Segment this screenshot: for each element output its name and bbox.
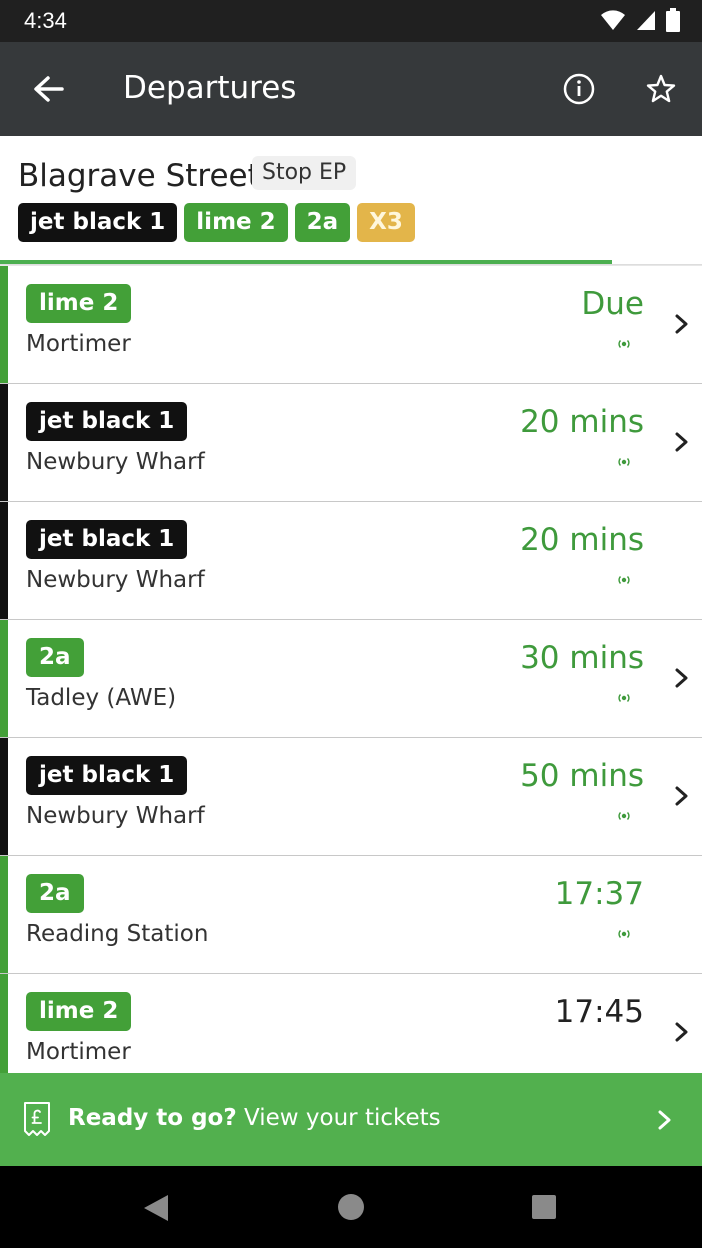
live-tracking-icon	[618, 812, 630, 820]
chevron-right-icon[interactable]	[672, 428, 692, 456]
departure-row[interactable]: 2a Reading Station 17:37	[0, 856, 702, 974]
chevron-right-icon[interactable]	[672, 1018, 692, 1046]
ticket-pound-icon	[24, 1102, 50, 1136]
star-outline-icon[interactable]	[638, 66, 684, 112]
departures-list[interactable]: lime 2 Mortimer Due jet black 1 Newbury …	[0, 266, 702, 1073]
route-color-accent	[0, 620, 8, 737]
destination-label: Newbury Wharf	[26, 449, 205, 475]
departure-time: 17:37	[554, 876, 644, 912]
departure-row[interactable]: lime 2 Mortimer Due	[0, 266, 702, 384]
route-badge: jet black 1	[26, 402, 188, 441]
live-tracking-icon	[618, 458, 630, 466]
chevron-right-icon[interactable]	[672, 782, 692, 810]
app-bar: Departures	[0, 42, 702, 136]
route-chip-2a[interactable]: 2a	[294, 203, 351, 242]
departure-row[interactable]: jet black 1 Newbury Wharf 50 mins	[0, 738, 702, 856]
departure-time: 50 mins	[520, 758, 644, 794]
tickets-banner-bold: Ready to go?	[68, 1105, 237, 1131]
live-tracking-icon	[618, 576, 630, 584]
stop-header: Blagrave Street Stop EP jet black 1 lime…	[0, 136, 702, 264]
back-arrow-icon[interactable]	[24, 66, 72, 114]
nav-recents-icon[interactable]	[532, 1195, 556, 1219]
departure-time: 20 mins	[520, 404, 644, 440]
route-chips: jet black 1 lime 2 2a X3	[18, 203, 415, 242]
destination-label: Mortimer	[26, 1039, 131, 1065]
route-chip-lime-2[interactable]: lime 2	[184, 203, 288, 242]
route-color-accent	[0, 266, 8, 383]
wifi-icon	[601, 10, 625, 30]
live-tracking-icon	[618, 930, 630, 938]
status-time: 4:34	[24, 8, 67, 33]
stop-name: Blagrave Street	[18, 158, 260, 194]
route-badge: jet black 1	[26, 756, 188, 795]
departure-row[interactable]: 2a Tadley (AWE) 30 mins	[0, 620, 702, 738]
departure-time: Due	[581, 286, 644, 322]
info-icon[interactable]	[556, 66, 602, 112]
route-badge: jet black 1	[26, 520, 188, 559]
route-badge: 2a	[26, 638, 84, 677]
tickets-banner-label: View your tickets	[244, 1105, 441, 1131]
status-bar: 4:34	[0, 0, 702, 42]
chevron-right-icon[interactable]	[656, 1107, 674, 1133]
destination-label: Mortimer	[26, 331, 131, 357]
route-color-accent	[0, 856, 8, 973]
route-badge: lime 2	[26, 992, 132, 1031]
route-badge: 2a	[26, 874, 84, 913]
departure-time: 20 mins	[520, 522, 644, 558]
departure-time: 30 mins	[520, 640, 644, 676]
battery-icon	[666, 8, 680, 32]
chevron-right-icon[interactable]	[672, 664, 692, 692]
route-chip-x3[interactable]: X3	[357, 203, 415, 242]
status-icons	[600, 8, 680, 32]
departure-row[interactable]: jet black 1 Newbury Wharf 20 mins	[0, 384, 702, 502]
live-tracking-icon	[618, 340, 630, 348]
route-color-accent	[0, 502, 8, 619]
view-tickets-banner[interactable]: Ready to go? View your tickets	[0, 1073, 702, 1166]
tickets-banner-text: Ready to go? View your tickets	[68, 1105, 441, 1131]
route-color-accent	[0, 384, 8, 501]
nav-home-icon[interactable]	[338, 1194, 364, 1220]
destination-label: Reading Station	[26, 921, 209, 947]
nav-back-icon[interactable]	[142, 1193, 170, 1223]
departure-row[interactable]: jet black 1 Newbury Wharf 20 mins	[0, 502, 702, 620]
route-color-accent	[0, 738, 8, 855]
chevron-right-icon[interactable]	[672, 310, 692, 338]
route-chip-jet-black-1[interactable]: jet black 1	[18, 203, 178, 242]
departure-time: 17:45	[554, 994, 644, 1030]
destination-label: Tadley (AWE)	[26, 685, 177, 711]
route-badge: lime 2	[26, 284, 132, 323]
destination-label: Newbury Wharf	[26, 567, 205, 593]
signal-icon	[637, 11, 655, 30]
stop-code-badge: Stop EP	[252, 156, 357, 190]
system-nav-bar	[0, 1166, 702, 1248]
route-color-accent	[0, 974, 8, 1073]
live-tracking-icon	[618, 694, 630, 702]
destination-label: Newbury Wharf	[26, 803, 205, 829]
page-title: Departures	[123, 70, 297, 106]
departure-row[interactable]: lime 2 Mortimer 17:45	[0, 974, 702, 1073]
